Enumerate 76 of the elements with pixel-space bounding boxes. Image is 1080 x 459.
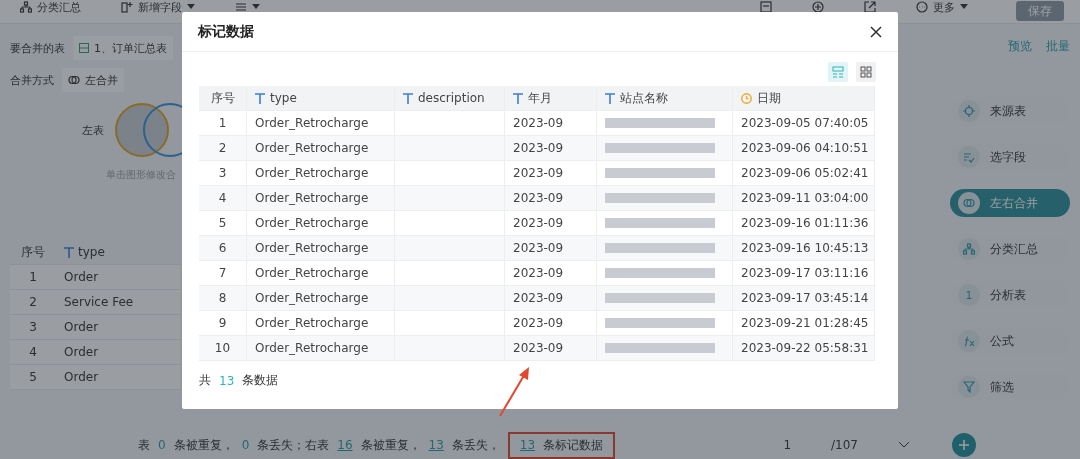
table-cell: Order_Retrocharge [247, 161, 395, 185]
footer-text: 共 [199, 372, 211, 389]
column-header: 序号 [20, 243, 46, 261]
table-cell: 5 [199, 211, 247, 235]
status-text: 条标记数据 [543, 436, 604, 454]
table-cell-text: Service Fee [63, 295, 135, 309]
status-text: 条被重复， [360, 436, 421, 454]
field-label: 要合并的表 [10, 40, 65, 56]
column-header: type [56, 245, 180, 259]
table-cell: 3 [199, 161, 247, 185]
status-text: 条丢失；右表 [257, 436, 330, 454]
table-cell: 2023-09 [505, 336, 597, 360]
page-number: 1 [783, 438, 792, 452]
table-cell-text: 5 [28, 370, 38, 384]
status-text: 条被重复， [173, 436, 234, 454]
dialog-title: 标记数据 [198, 22, 254, 41]
status-text: 0 [158, 438, 166, 452]
table-cell: 10 [199, 336, 247, 360]
table-cell: Order_Retrocharge [247, 136, 395, 160]
table-cell-text: Order [63, 320, 100, 334]
column-header: 年月 [505, 86, 597, 110]
column-header: type [247, 86, 395, 110]
table-cell: Order_Retrocharge [247, 286, 395, 310]
table-cell: Order_Retrocharge [247, 186, 395, 210]
table-cell: 2023-09 [505, 211, 597, 235]
table-cell: 2023-09 [505, 261, 597, 285]
footer-text: 条数据 [242, 372, 279, 389]
table-cell: 2023-09 [505, 161, 597, 185]
table-cell: 2 [199, 136, 247, 160]
table-cell: 2023-09-11 03:04:00 [733, 186, 875, 210]
column-header: 序号 [199, 86, 247, 110]
table-cell-text: 3 [28, 320, 38, 334]
table-cell: 2023-09-21 01:28:45 [733, 311, 875, 335]
table-cell: 2023-09 [505, 136, 597, 160]
status-text: 表 [138, 436, 150, 454]
table-cell: 2023-09-22 05:58:31 [733, 336, 875, 360]
table-cell-text: Order [63, 270, 100, 284]
field-label: 合并方式 [10, 72, 54, 88]
table-cell-text: 4 [28, 345, 38, 359]
table-cell-text: Order [63, 345, 100, 359]
table-cell: Order_Retrocharge [247, 311, 395, 335]
record-count: 13 [219, 373, 235, 388]
table-cell: 1 [199, 111, 247, 135]
table-cell: 2023-09-06 04:10:51 [733, 136, 875, 160]
table-cell: 7 [199, 261, 247, 285]
page-total: /107 [831, 438, 858, 452]
column-header: 站点名称 [597, 86, 733, 110]
table-cell: 2023-09 [505, 286, 597, 310]
table-cell: 2023-09 [505, 186, 597, 210]
table-cell: Order_Retrocharge [247, 261, 395, 285]
table-cell-text: Order [63, 370, 100, 384]
table-cell: Order_Retrocharge [247, 236, 395, 260]
table-cell: 2023-09-05 07:40:05 [733, 111, 875, 135]
table-cell: 9 [199, 311, 247, 335]
table-cell: 2023-09-16 10:45:13 [733, 236, 875, 260]
table-cell: 2023-09 [505, 111, 597, 135]
table-cell: 2023-09-06 05:02:41 [733, 161, 875, 185]
table-cell-text: 2 [28, 295, 38, 309]
status-text: 0 [241, 438, 250, 452]
node-badge: 1 [958, 284, 980, 306]
table-cell-text: 1 [28, 270, 38, 284]
table-cell: 2023-09 [505, 236, 597, 260]
table-cell: 4 [199, 186, 247, 210]
table-cell: 2023-09 [505, 311, 597, 335]
table-cell: Order_Retrocharge [247, 111, 395, 135]
table-cell: 6 [199, 236, 247, 260]
table-cell: 2023-09-17 03:11:16 [733, 261, 875, 285]
venn-label: 左表 [82, 122, 104, 138]
column-header: 日期 [733, 86, 875, 110]
status-text: 条丢失， [451, 436, 500, 454]
table-cell: Order_Retrocharge [247, 211, 395, 235]
table-cell: 2023-09-17 03:45:14 [733, 286, 875, 310]
table-cell: Order_Retrocharge [247, 336, 395, 360]
table-cell: 2023-09-16 01:11:36 [733, 211, 875, 235]
column-header: description [395, 86, 505, 110]
table-cell: 8 [199, 286, 247, 310]
